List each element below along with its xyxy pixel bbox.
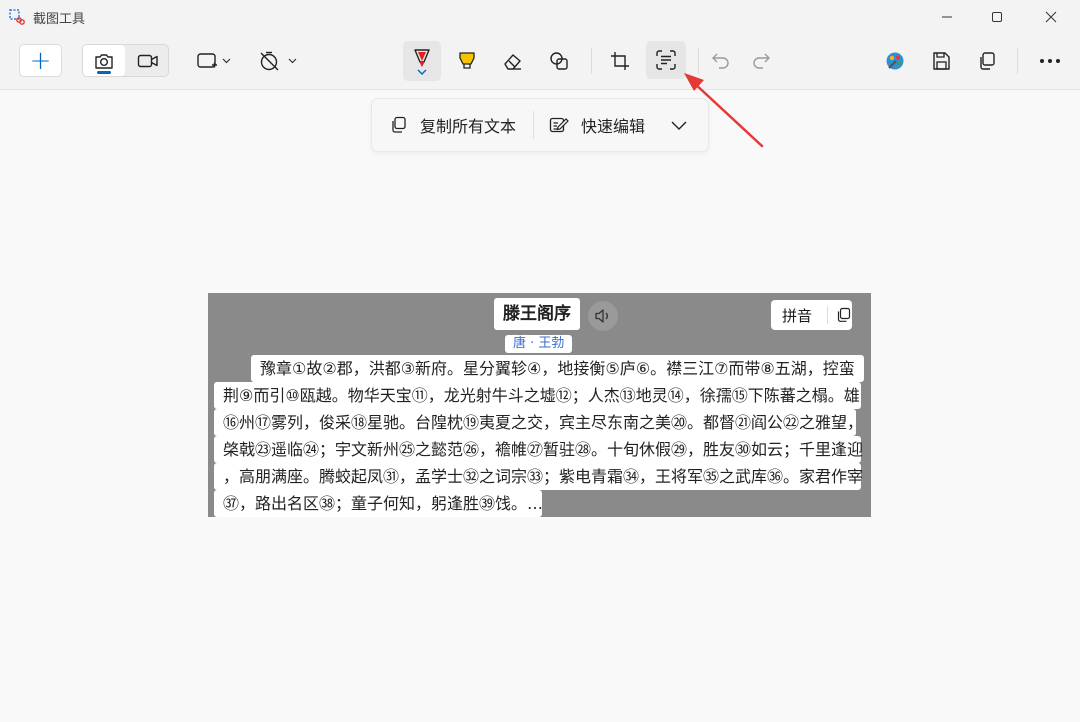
quick-edit-button[interactable]: 快速编辑 [549, 99, 645, 151]
capture-mode-group [82, 44, 169, 77]
actions-separator [533, 111, 534, 139]
delay-timer-dropdown[interactable] [254, 44, 302, 77]
copy-button[interactable] [969, 44, 1005, 77]
minimize-button[interactable] [924, 0, 970, 34]
ocr-author[interactable]: 唐 · 王勃 [505, 335, 573, 353]
more-icon [1040, 58, 1060, 63]
ballpoint-pen-tool[interactable] [403, 41, 441, 81]
text-actions-button[interactable] [646, 41, 686, 79]
paint-palette-icon [886, 52, 904, 69]
crop-icon [611, 51, 629, 70]
close-icon [1045, 11, 1057, 23]
ocr-title[interactable]: 滕王阁序 [494, 298, 580, 330]
highlighter-tool[interactable] [449, 44, 485, 77]
plus-icon: + [29, 45, 52, 76]
rectangle-snip-icon [197, 52, 231, 68]
more-options-button[interactable] [1030, 44, 1070, 77]
camera-icon [95, 53, 113, 69]
eraser-tool[interactable] [495, 44, 531, 77]
red-pen-icon [414, 49, 430, 75]
ocr-text-line[interactable]: ⑯州⑰雾列，俊采⑱星驰。台隍枕⑲夷夏之交，宾主尽东南之美⑳。都督㉑阎公㉒之雅望， [214, 409, 863, 436]
toolbar: + [0, 34, 1080, 90]
save-button[interactable] [923, 44, 959, 77]
pinyin-separator [827, 306, 828, 324]
redo-button[interactable] [743, 44, 779, 77]
ocr-text-line[interactable]: 豫章①故②郡，洪都③新府。星分翼轸④，地接衡⑤庐⑥。襟三江⑦而带⑧五湖，控蛮 [251, 355, 864, 382]
close-button[interactable] [1028, 0, 1074, 34]
copy-all-text-button[interactable]: 复制所有文本 [390, 99, 516, 151]
window-title: 截图工具 [33, 12, 86, 27]
more-actions-dropdown[interactable] [670, 99, 688, 151]
quick-edit-icon [549, 117, 569, 133]
crop-tool[interactable] [602, 44, 638, 77]
copy-icon[interactable] [836, 307, 852, 323]
ocr-text-line[interactable]: 棨戟㉓遥临㉔；宇文新州㉕之懿范㉖，襜帷㉗暂驻㉘。十旬休假㉙，胜友㉚如云；千里逢迎 [214, 436, 863, 463]
shapes-tool[interactable] [541, 44, 577, 77]
pinyin-button[interactable]: 拼音 [771, 305, 827, 326]
undo-icon [712, 53, 729, 69]
screenshot-mode-button[interactable] [83, 45, 125, 76]
title-bar: 截图工具 [0, 0, 1080, 34]
minimize-icon [942, 16, 952, 18]
new-snip-button[interactable]: + [19, 44, 62, 77]
snip-shape-dropdown[interactable] [190, 44, 238, 77]
text-recognition-icon [656, 50, 676, 70]
toolbar-separator [698, 48, 699, 74]
highlighter-icon [459, 51, 475, 69]
ocr-text-line[interactable]: 荆⑨而引⑩瓯越。物华天宝⑪，龙光射牛斗之墟⑫；人杰⑬地灵⑭，徐孺⑮下陈蕃之榻。雄 [214, 382, 861, 409]
speaker-icon [595, 309, 608, 323]
video-camera-icon [137, 54, 158, 67]
ocr-text-line[interactable]: ㊲，路出名区㊳；童子何知，躬逢胜㊴饯。… [214, 490, 543, 517]
toolbar-separator [1017, 48, 1018, 74]
quick-edit-label: 快速编辑 [581, 117, 646, 136]
read-aloud-button[interactable] [588, 301, 618, 331]
ocr-text-line[interactable]: ，高朋满座。腾蛟起凤㉛，孟学士㉜之词宗㉝；紫电青霜㉞，王将军㉟之武库㊱。家君作宰 [214, 463, 863, 490]
video-mode-button[interactable] [127, 45, 169, 76]
chevron-down-icon [671, 121, 687, 130]
eraser-icon [504, 53, 521, 70]
snipping-tool-icon [9, 9, 25, 25]
active-mode-indicator [97, 71, 111, 74]
timer-off-icon [260, 51, 297, 70]
toolbar-separator [591, 48, 592, 74]
redo-icon [753, 53, 770, 69]
undo-button[interactable] [703, 44, 739, 77]
edit-in-paint-button[interactable] [877, 44, 913, 77]
copy-icon [980, 51, 995, 70]
text-actions-bar: 复制所有文本 快速编辑 [371, 98, 709, 152]
copy-all-text-label: 复制所有文本 [420, 117, 517, 136]
save-icon [933, 51, 950, 70]
maximize-icon [992, 12, 1002, 22]
shapes-icon [550, 51, 568, 70]
maximize-button[interactable] [974, 0, 1020, 34]
copy-icon [392, 116, 406, 133]
pinyin-toggle-group: 拼音 [771, 300, 852, 330]
